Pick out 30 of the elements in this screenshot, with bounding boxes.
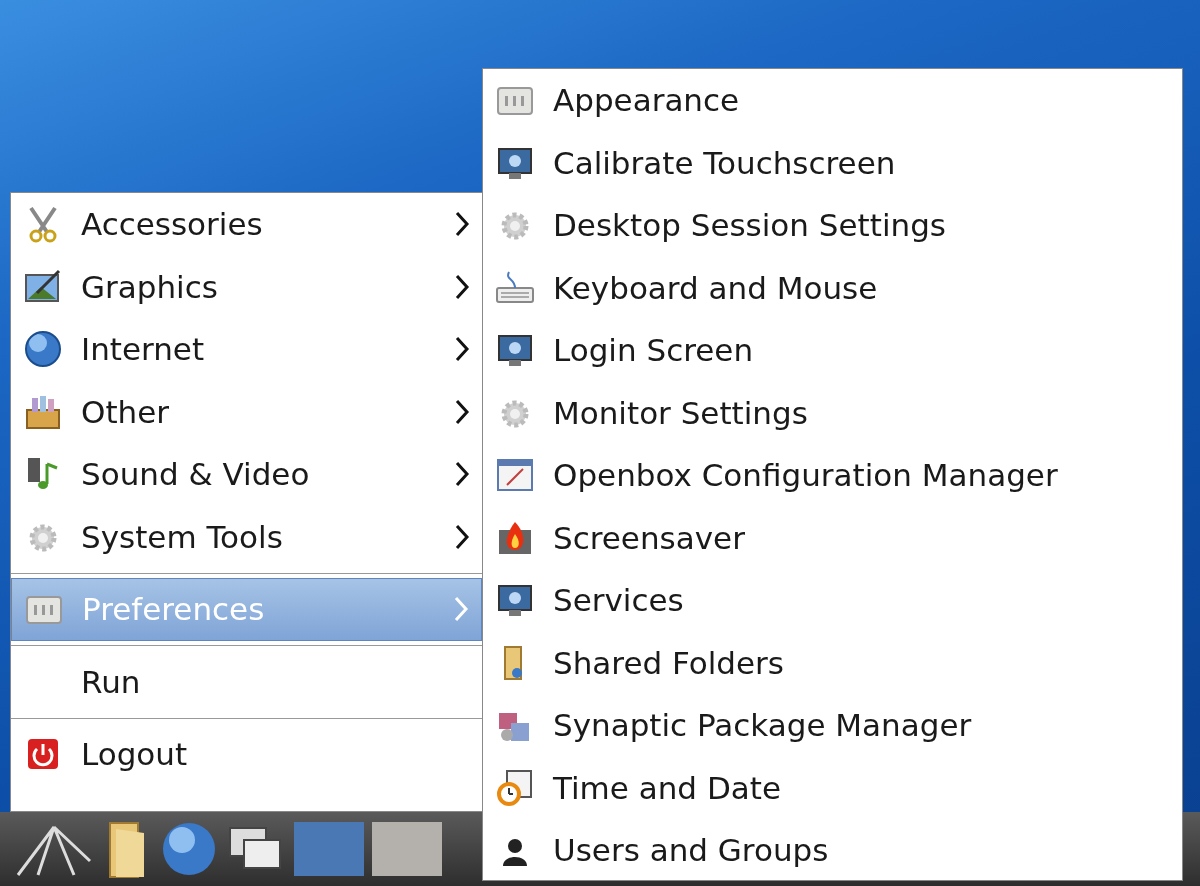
menu-item[interactable]: System Tools [11, 505, 482, 568]
menu-item[interactable]: Internet [11, 318, 482, 381]
menu-item[interactable]: Shared Folders [483, 631, 1182, 694]
menu-item[interactable]: Accessories [11, 193, 482, 256]
menu-item[interactable]: Other [11, 380, 482, 443]
menu-item[interactable]: Login Screen [483, 319, 1182, 382]
menu-item[interactable]: Keyboard and Mouse [483, 256, 1182, 319]
menu-item[interactable]: Logout [11, 723, 482, 786]
chevron-icon [454, 461, 470, 488]
menu-item[interactable]: Graphics [11, 255, 482, 318]
chevron-icon [454, 398, 470, 425]
chevron-icon [454, 523, 470, 550]
chevron-icon [454, 211, 470, 238]
menu-item[interactable]: Monitor Settings [483, 381, 1182, 444]
menu-item[interactable]: Time and Date [483, 756, 1182, 819]
menu-item[interactable]: Screensaver [483, 506, 1182, 569]
menu-item[interactable]: Run [11, 650, 482, 713]
menu-item[interactable]: Openbox Configuration Manager [483, 444, 1182, 507]
menu-item[interactable]: Desktop Session Settings [483, 194, 1182, 257]
clock-icon [495, 767, 535, 808]
chevron-icon [454, 273, 470, 300]
chevron-icon [453, 596, 469, 623]
globe-icon [23, 329, 63, 370]
menu-item[interactable]: Synaptic Package Manager [483, 694, 1182, 757]
globe-icon[interactable] [160, 820, 218, 878]
chevron-icon [454, 336, 470, 363]
menu-item[interactable]: Calibrate Touchscreen [483, 131, 1182, 194]
menu-item[interactable]: Sound & Video [11, 443, 482, 506]
menu-item[interactable]: Appearance [483, 69, 1182, 132]
menu-item[interactable]: Services [483, 569, 1182, 632]
